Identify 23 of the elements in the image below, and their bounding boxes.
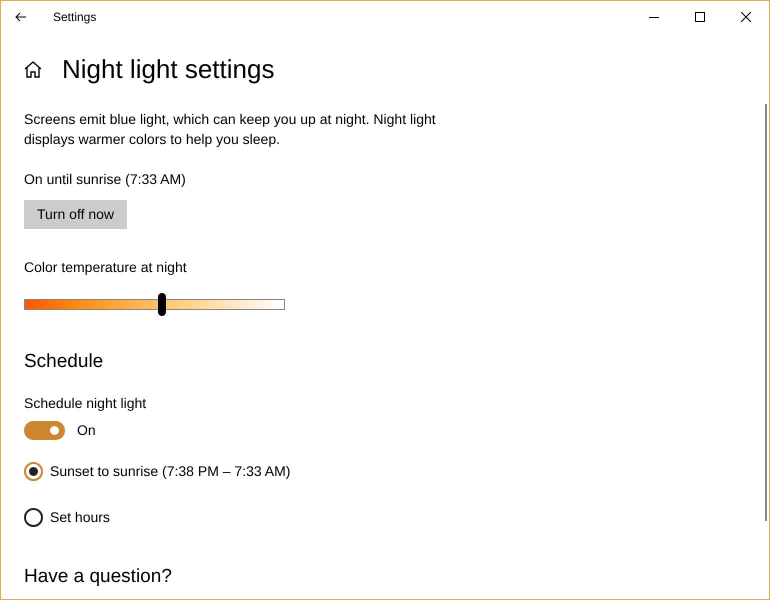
close-icon [741,12,751,22]
home-icon[interactable] [24,60,42,78]
toggle-switch[interactable] [24,421,65,440]
maximize-icon [695,12,705,22]
status-text: On until sunrise (7:33 AM) [24,170,187,189]
color-temperature-slider[interactable] [24,292,285,316]
radio-button[interactable] [24,462,43,480]
radio-option[interactable]: Sunset to sunrise (7:38 PM – 7:33 AM) [24,461,746,481]
minimize-icon [649,16,659,18]
turn-off-button[interactable]: Turn off now [24,200,128,229]
description-text: Screens emit blue light, which can keep you up at night. Night light displays warmer colors to help you sleep. [24,110,437,149]
back-arrow-icon [15,12,27,22]
scrollbar[interactable] [765,104,767,521]
slider-label: Color temperature at night [24,258,188,277]
section-heading: Schedule [24,350,104,374]
radio-button[interactable] [24,508,43,526]
toggle-state-text: On [77,421,96,440]
window-title: Settings [53,9,96,26]
radio-option[interactable]: Set hours [24,507,746,527]
slider-thumb[interactable] [158,293,166,316]
toggle-label: Schedule night light [24,394,148,413]
section-heading: Have a question? [24,565,173,589]
page-title: Night light settings [62,53,274,86]
